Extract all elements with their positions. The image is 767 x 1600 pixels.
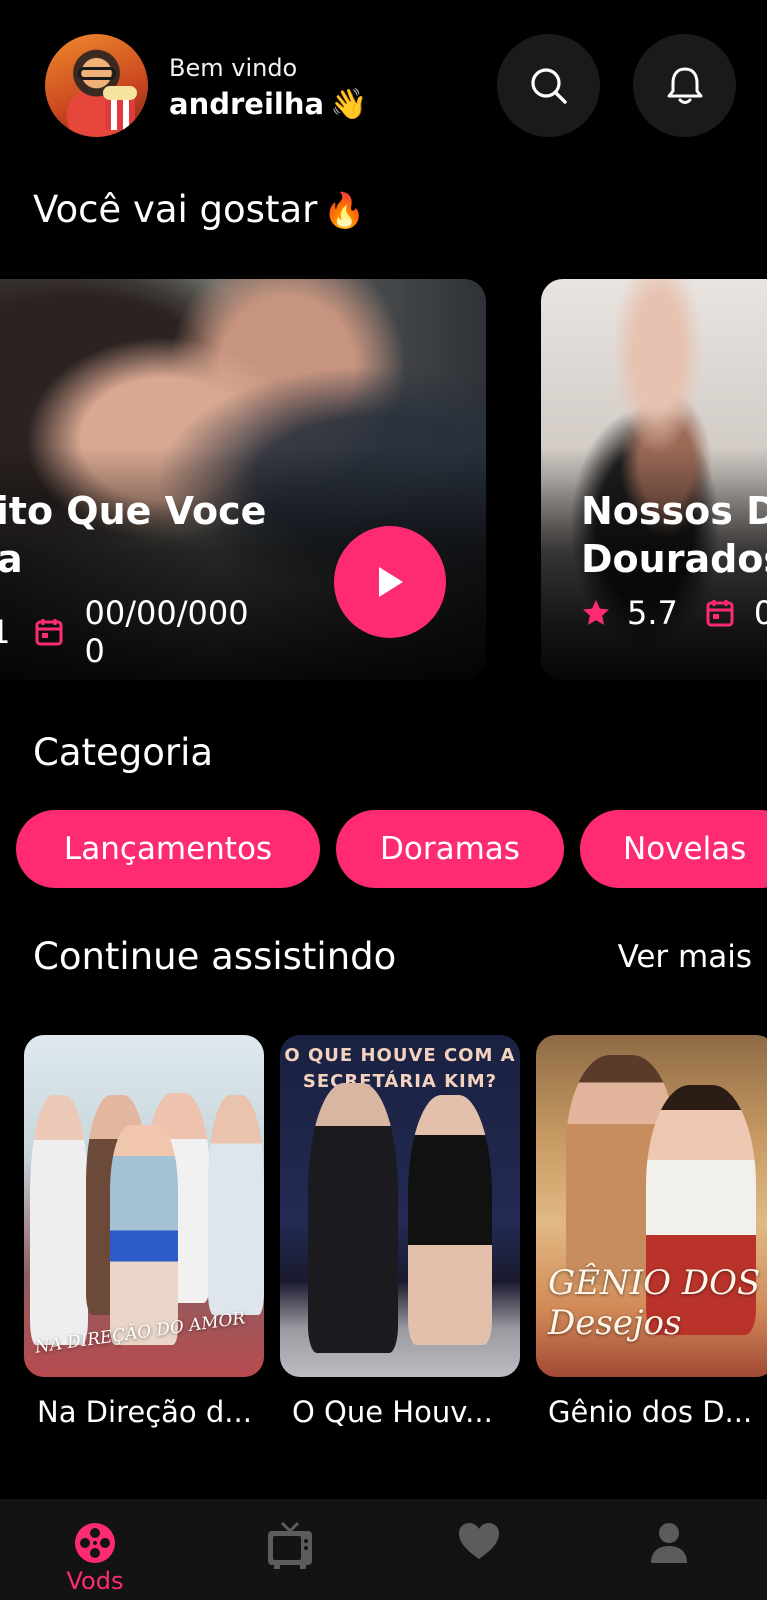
greeting-text: Bem vindo	[169, 54, 298, 82]
poster-logo-text: GÊNIO DOS Desejos	[548, 1263, 760, 1343]
poster-banner-line: SECRETÁRIA KIM?	[302, 1071, 498, 1092]
poster-logo-line: Desejos	[548, 1303, 682, 1343]
continue-poster[interactable]: O QUE HOUVE COM A SECRETÁRIA KIM?	[280, 1035, 520, 1377]
poster-caption: Gênio dos D...	[548, 1395, 753, 1429]
featured-section-title: Você vai gostar 🔥	[33, 188, 366, 231]
featured-title-line: ha	[0, 537, 23, 581]
continue-poster[interactable]: NA DIREÇÃO DO AMOR	[24, 1035, 264, 1377]
continue-section-title: Continue assistindo	[33, 935, 397, 978]
wave-emoji: 👋	[330, 87, 368, 122]
play-icon	[379, 567, 403, 597]
fire-emoji: 🔥	[323, 191, 366, 231]
search-icon	[530, 67, 567, 104]
poster-logo-line: GÊNIO DOS	[548, 1263, 761, 1303]
poster-caption: Na Direção d...	[37, 1395, 252, 1429]
featured-title-line: eito Que Voce	[0, 489, 267, 533]
user-icon	[651, 1523, 687, 1563]
avatar-glasses	[78, 67, 116, 80]
featured-title-line: Nossos Di	[581, 489, 767, 533]
nav-vods[interactable]: Vods	[54, 1499, 136, 1600]
category-chip-doramas[interactable]: Doramas	[336, 810, 564, 888]
featured-title-text: Você vai gostar	[33, 188, 318, 231]
avatar-popcorn	[103, 86, 137, 130]
search-button[interactable]	[497, 34, 600, 137]
username-text: andreilha	[169, 87, 325, 121]
bell-icon	[667, 67, 702, 104]
featured-card-title: Nossos Di Dourados	[581, 487, 767, 583]
featured-card[interactable]: eito Que Voce ha .1 00/00/0000	[0, 279, 486, 680]
tv-icon	[268, 1521, 312, 1569]
category-chip-novelas[interactable]: Novelas	[580, 810, 767, 888]
poster-figure	[30, 1095, 88, 1345]
poster-caption: O Que Houv...	[292, 1395, 493, 1429]
release-date: 0	[753, 594, 767, 632]
poster-figure	[308, 1083, 398, 1353]
notifications-button[interactable]	[633, 34, 736, 137]
nav-vods-label: Vods	[66, 1567, 124, 1595]
featured-card[interactable]: Nossos Di Dourados 5.7 0	[541, 279, 767, 680]
featured-meta: .1 00/00/0000	[0, 594, 265, 670]
release-date: 00/00/0000	[84, 594, 249, 670]
poster-banner-line: O QUE HOUVE COM A	[284, 1045, 516, 1066]
star-icon	[583, 600, 609, 625]
poster-banner: O QUE HOUVE COM A SECRETÁRIA KIM?	[280, 1043, 520, 1095]
nav-tv[interactable]	[255, 1499, 325, 1600]
calendar-icon	[35, 619, 63, 646]
continue-poster[interactable]: GÊNIO DOS Desejos	[536, 1035, 767, 1377]
poster-figure	[408, 1095, 492, 1345]
heart-icon	[459, 1523, 499, 1559]
film-reel-icon	[75, 1523, 115, 1563]
featured-meta: 5.7 0	[581, 594, 767, 632]
featured-title-line: Dourados	[581, 537, 767, 581]
see-more-link[interactable]: Ver mais	[618, 939, 752, 975]
category-chip-lancamentos[interactable]: Lançamentos	[16, 810, 320, 888]
poster-figure	[110, 1125, 178, 1345]
category-section-title: Categoria	[33, 731, 214, 774]
username-row: andreilha 👋	[169, 87, 367, 122]
nav-favorites[interactable]	[448, 1499, 510, 1600]
play-button[interactable]	[334, 526, 446, 638]
rating-value: .1	[0, 613, 11, 651]
bottom-navigation: Vods	[0, 1499, 767, 1600]
user-avatar[interactable]	[45, 34, 148, 137]
featured-card-title: eito Que Voce ha	[0, 487, 266, 583]
calendar-icon	[706, 600, 734, 627]
rating-value: 5.7	[627, 594, 678, 632]
nav-profile[interactable]	[638, 1499, 700, 1600]
poster-figure	[208, 1095, 264, 1315]
